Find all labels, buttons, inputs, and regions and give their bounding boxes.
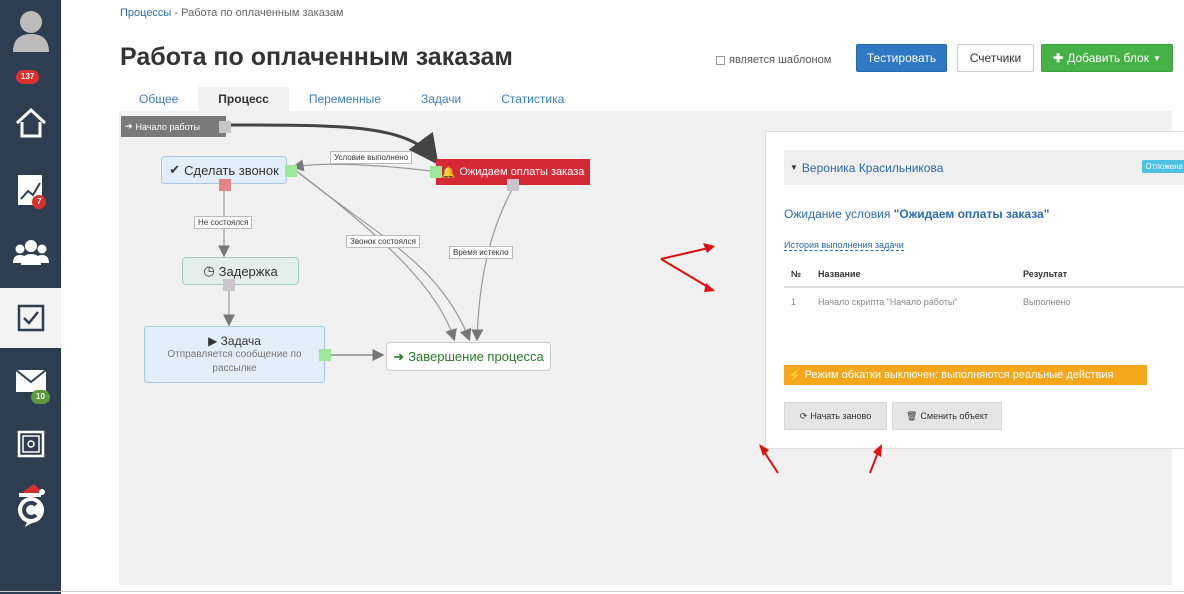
breadcrumb: Процессы - Работа по оплаченным заказам [120, 7, 343, 19]
status-badge: Отложена [1141, 160, 1184, 173]
call-port-success[interactable] [285, 165, 297, 177]
page-title: Работа по оплаченным заказам [120, 43, 513, 71]
col-name: Название [818, 269, 861, 279]
process-canvas[interactable]: ➔ Начало работы ✔ Сделать звонок 🔔 Ожида… [119, 111, 1184, 585]
bolt-icon: ⚡ [788, 369, 802, 382]
sidebar-item-home[interactable] [0, 95, 61, 150]
wait-port-success[interactable] [430, 166, 442, 178]
cell-name: Начало скрипта "Начало работы" [818, 297, 958, 307]
brand-logo-icon [17, 484, 45, 527]
edge-label-done: Звонок состоялся [346, 235, 420, 248]
node-delay[interactable]: ◷ Задержка [182, 257, 299, 285]
users-icon [12, 240, 49, 265]
user-avatar-icon [12, 11, 49, 52]
add-block-button[interactable]: ✚ Добавить блок ▼ [1041, 44, 1173, 72]
node-end-label: Завершение процесса [408, 349, 544, 364]
warning-text: Режим обкатки выключен: выполняются реал… [804, 369, 1114, 381]
node-task-title: Задача [220, 333, 261, 348]
tab-general[interactable]: Общее [119, 87, 198, 111]
panel-condition[interactable]: Ожидание условия "Ожидаем оплаты заказа" [784, 207, 1049, 221]
node-start[interactable]: ➔ Начало работы [121, 116, 226, 137]
panel-header[interactable]: ▼ Вероника Красильникова Отложена [784, 150, 1184, 185]
wait-port-timeout[interactable] [507, 179, 519, 191]
sidebar-item-stats[interactable] [0, 160, 61, 220]
cell-result: Выполнено [1023, 297, 1071, 307]
tab-variables[interactable]: Переменные [289, 87, 401, 111]
sidebar: 137 7 10 [0, 0, 61, 594]
trash-icon: 🗑 [905, 410, 918, 421]
tabs: Общее Процесс Переменные Задачи Статисти… [119, 87, 584, 111]
check-icon: ✔ [169, 162, 181, 177]
counters-button[interactable]: Счетчики [957, 44, 1034, 72]
sign-out-icon: ➜ [393, 348, 405, 364]
template-checkbox[interactable]: является шаблоном [716, 54, 831, 66]
edge-label-timeout: Время истекло [449, 246, 513, 259]
tab-process[interactable]: Процесс [198, 87, 289, 111]
bell-icon: 🔔 [441, 166, 456, 179]
condition-name: "Ожидаем оплаты заказа" [893, 207, 1050, 221]
condition-prefix: Ожидание условия [784, 207, 894, 221]
test-button[interactable]: Тестировать [856, 44, 947, 72]
breadcrumb-link-processes[interactable]: Процессы [120, 7, 171, 19]
panel-person: Вероника Красильникова [801, 160, 944, 175]
mail-badge: 10 [31, 390, 50, 404]
play-icon: ▶ [208, 333, 221, 348]
node-end[interactable]: ➜ Завершение процесса [386, 342, 551, 371]
task-panel: ▼ Вероника Красильникова Отложена Ожидан… [765, 131, 1184, 449]
plus-icon: ✚ [1053, 51, 1064, 65]
node-task-title-row: ▶ Задача [208, 334, 261, 348]
sign-in-icon: ➔ [125, 121, 133, 131]
add-block-label: Добавить блок [1067, 51, 1149, 65]
main-content: Процессы - Работа по оплаченным заказам … [61, 0, 1184, 594]
cell-number: 1 [791, 297, 797, 307]
edge-label-condition: Условие выполнено [330, 151, 413, 164]
safe-icon [17, 430, 44, 457]
table-header: № Название Результат [784, 262, 1184, 288]
breadcrumb-current: Работа по оплаченным заказам [181, 7, 344, 19]
template-label: является шаблоном [729, 54, 832, 66]
node-delay-label: Задержка [218, 263, 278, 279]
history-link[interactable]: История выполнения задачи [784, 240, 904, 251]
table-row: 1 Начало скрипта "Начало работы" Выполне… [784, 288, 1184, 316]
delay-port[interactable] [223, 279, 235, 291]
change-label: Сменить объект [920, 411, 989, 421]
history-table: № Название Результат 1 Начало скрипта "Н… [784, 262, 1184, 316]
caret-down-icon: ▼ [1152, 53, 1161, 63]
task-port[interactable] [319, 349, 331, 361]
divider [0, 591, 1184, 592]
user-avatar[interactable] [0, 0, 61, 60]
notifications-badge: 137 [16, 70, 40, 84]
sidebar-item-safe[interactable] [0, 416, 61, 471]
tab-tasks[interactable]: Задачи [401, 87, 481, 111]
call-port-fail[interactable] [219, 179, 231, 191]
start-port[interactable] [219, 121, 231, 133]
change-object-button[interactable]: 🗑 Сменить объект [892, 402, 1002, 430]
sidebar-item-tasks[interactable] [0, 288, 61, 348]
col-result: Результат [1023, 269, 1068, 279]
checkbox-box[interactable] [716, 55, 725, 65]
breadcrumb-separator: - [171, 7, 182, 19]
sidebar-item-users[interactable] [0, 222, 61, 282]
checkbox-icon [17, 304, 44, 332]
node-start-label: Начало работы [135, 121, 200, 132]
sidebar-item-brand[interactable] [0, 475, 61, 535]
clock-icon: ◷ [203, 263, 215, 278]
node-call-label: Сделать звонок [184, 162, 279, 178]
restart-button[interactable]: ⟳ Начать заново [784, 402, 887, 430]
node-task[interactable]: ▶ Задача Отправляется сообщение по рассы… [144, 326, 325, 383]
restart-label: Начать заново [810, 411, 872, 421]
caret-down-icon: ▼ [790, 163, 798, 172]
node-wait-label: Ожидаем оплаты заказа [459, 166, 585, 178]
col-number: № [791, 269, 802, 279]
edge-label-not-done: Не состоялся [194, 216, 253, 229]
home-icon [15, 107, 46, 137]
tab-statistics[interactable]: Статистика [481, 87, 584, 111]
warning-banner: ⚡ Режим обкатки выключен: выполняются ре… [784, 365, 1147, 385]
node-task-subtitle: Отправляется сообщение по рассылке [167, 348, 302, 374]
refresh-icon: ⟳ [799, 410, 808, 421]
